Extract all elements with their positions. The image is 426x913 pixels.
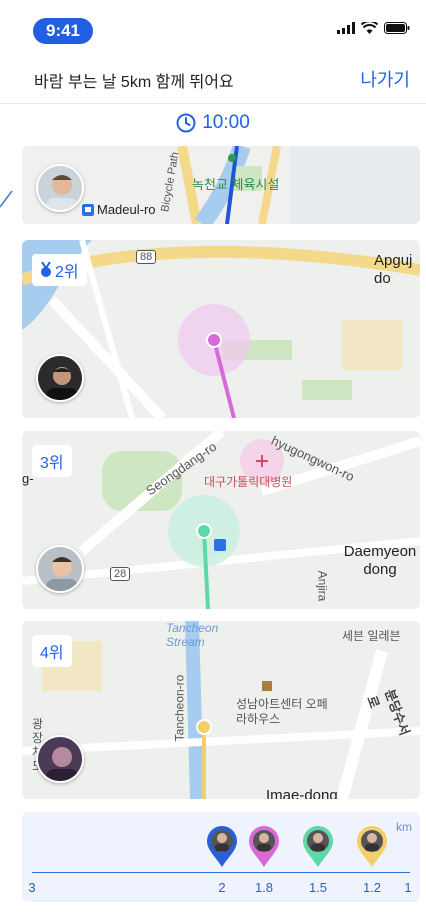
clock-icon [176, 113, 196, 133]
avatar [36, 735, 84, 783]
wifi-icon [361, 22, 378, 34]
transit-icon [82, 203, 94, 216]
status-time: 9:41 [33, 18, 93, 44]
rank-badge: 4위 [32, 635, 72, 667]
map-label-area: Apguj do [374, 252, 413, 287]
map-label-route: 88 [136, 250, 157, 264]
progress-track [32, 872, 410, 873]
map-label-route: 28 [110, 567, 131, 581]
page-title: 바람 부는 날 5km 함께 뛰어요 [34, 74, 234, 91]
map-label-facility: 녹천교 체육시설 [192, 177, 280, 192]
map-label-road: Madeul-ro [82, 202, 156, 217]
runner-pin-3[interactable] [301, 824, 335, 868]
runner-pin-4[interactable] [355, 824, 389, 868]
map-label-area: Daemyeon dong [343, 543, 417, 578]
runner-pin-2[interactable] [247, 824, 281, 868]
tick-label: 3 [28, 880, 36, 895]
header: 바람 부는 날 5km 함께 뛰어요 나가기 [0, 58, 426, 104]
runner-card-2[interactable]: 2위 Apguj do 88 [22, 240, 420, 418]
runner-card-1[interactable]: 녹천교 체육시설 Bicycle Path Madeul-ro [22, 146, 420, 224]
exit-button[interactable]: 나가기 [360, 66, 410, 92]
tick-label: 1.8 [254, 880, 274, 895]
map-label-road3: Anjira [315, 570, 330, 602]
system-icons [337, 22, 410, 34]
timer-value: 10:00 [202, 112, 250, 133]
tick-label: 1.2 [362, 880, 382, 895]
runner-card-4[interactable]: 4위 Tancheon Stream Tancheon-ro 성남아트센터 오페… [22, 621, 420, 799]
rank-badge: 3위 [32, 445, 72, 477]
map-view [22, 431, 420, 609]
distance-progress-panel: km 3 2 1.8 1.5 1.2 1 [22, 812, 420, 902]
unit-label: km [396, 820, 412, 834]
signal-icon [337, 22, 355, 34]
map-label-stream: Tancheon Stream [166, 621, 219, 649]
map-label-edge: g- [22, 471, 34, 486]
avatar [36, 164, 84, 212]
tick-label: 1.5 [308, 880, 328, 895]
tick-label: 1 [404, 880, 412, 895]
map-label-hospital: 대구가톨릭대병원 [204, 475, 293, 489]
avatar [36, 545, 84, 593]
status-bar: 9:41 [0, 0, 426, 58]
map-label-road: Tancheon-ro [172, 674, 187, 742]
map-label-right: 세븐 일레븐 [342, 629, 401, 643]
runner-pin-1[interactable] [205, 824, 239, 868]
tick-label: 2 [218, 880, 226, 895]
map-label-area: Imae-dong [266, 787, 338, 799]
avatar [36, 354, 84, 402]
runner-card-3[interactable]: 3위 Seongdang-ro hyugongwon-ro 대구가톨릭대병원 g… [22, 431, 420, 609]
countdown-timer: 10:00 [0, 112, 426, 134]
pointer-arrow-icon [0, 190, 13, 208]
medal-icon [41, 262, 51, 277]
map-label-center: 성남아트센터 오페라하우스 [236, 697, 328, 726]
rank-badge: 2위 [32, 254, 87, 286]
battery-icon [384, 22, 410, 34]
